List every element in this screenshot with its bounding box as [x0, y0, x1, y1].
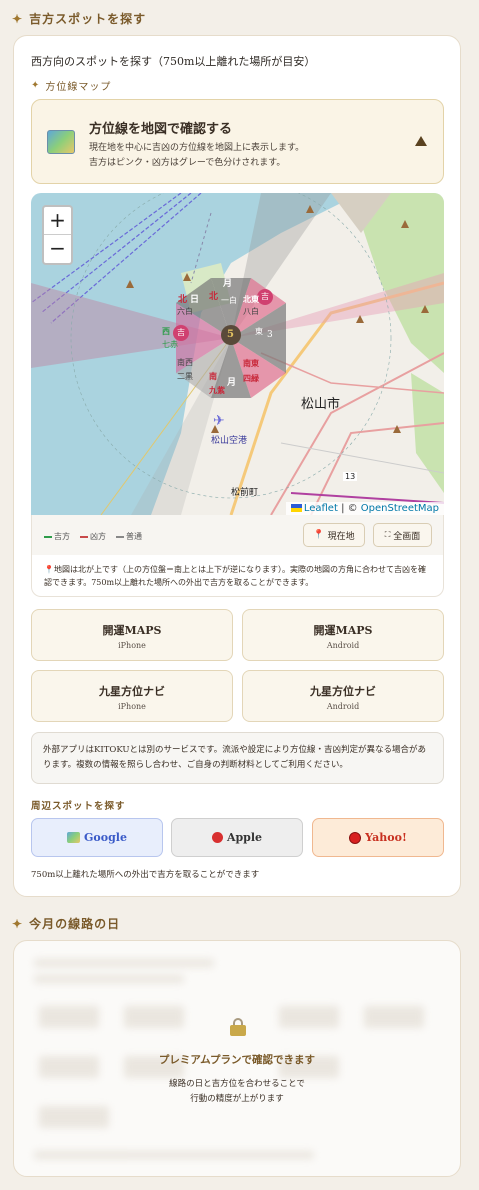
svg-text:✈: ✈	[213, 413, 225, 429]
section-title-track-days: ✦ 今月の線路の日	[12, 916, 121, 932]
zoom-control: + −	[42, 205, 73, 265]
premium-locked-card: プレミアムプランで確認できます 線路の日と吉方位を合わせることで 行動の精度が上…	[13, 940, 461, 1177]
pin-icon: 📍	[313, 530, 325, 540]
sector-label: 一白	[221, 296, 237, 305]
map-legend: 吉方 凶方 普通	[44, 531, 142, 542]
current-location-button[interactable]: 📍 現在地	[303, 523, 365, 547]
sector-label: 北	[209, 292, 219, 302]
collapse-arrow-icon[interactable]	[415, 136, 427, 146]
map-canvas: ✈	[31, 193, 444, 515]
town-label: 松前町	[231, 488, 259, 498]
fullscreen-icon: ⛶	[384, 530, 391, 539]
legend-normal: 普通	[116, 531, 142, 542]
map-attribution: Leaflet | © OpenStreetMap	[285, 502, 444, 515]
sector-label: 東	[255, 327, 263, 336]
apple-search-button[interactable]: Apple	[171, 818, 303, 857]
nearby-title: 周辺スポットを探す	[31, 801, 126, 812]
sector-label: 日	[190, 295, 200, 305]
yahoo-search-button[interactable]: Yahoo!	[312, 818, 444, 857]
banner-desc-2: 吉方はピンク・凶方はグレーで色分けされます。	[89, 158, 286, 168]
lock-icon	[230, 1018, 246, 1036]
sector-label: 二黒	[177, 372, 193, 381]
sector-label: 北	[178, 295, 188, 305]
route-label: 13	[343, 472, 358, 481]
sector-label: 3	[267, 330, 273, 340]
sector-label: 月	[227, 378, 237, 388]
sparkle-icon: ✦	[12, 11, 24, 26]
premium-title: プレミアムプランで確認できます	[158, 1054, 316, 1066]
map-icon	[67, 832, 81, 843]
external-app-disclaimer: 外部アプリはKITOKUとは別のサービスです。流派や設定により方位線・吉凶判定が…	[31, 732, 444, 784]
red-circle-icon	[349, 831, 362, 844]
city-label: 松山市	[301, 397, 341, 412]
lucky-spots-card: 西方向のスポットを探す（750m以上離れた場所が目安） ✦ 方位線マップ 方位線…	[13, 35, 461, 897]
legend-good: 吉方	[44, 531, 70, 542]
sector-label: 四緑	[243, 373, 259, 383]
center-number: 5	[227, 329, 234, 340]
sector-label: 北東	[243, 294, 259, 304]
airport-label: 松山空港	[211, 436, 248, 446]
map-toggle-banner[interactable]: 方位線を地図で確認する 現在地を中心に吉凶の方位線を地図上に表示します。 吉方は…	[31, 99, 444, 184]
sector-label: 西	[162, 326, 170, 336]
fullscreen-button[interactable]: ⛶ 全画面	[373, 523, 432, 547]
leaflet-link[interactable]: Leaflet	[304, 503, 338, 514]
app-link-kaiun-maps-android[interactable]: 開運MAPS Android	[242, 609, 444, 661]
sector-label: 南	[209, 371, 217, 381]
sector-label: 南東	[243, 358, 259, 368]
sector-label: 七赤	[162, 340, 178, 349]
intro-text: 西方向のスポットを探す（750m以上離れた場所が目安）	[31, 55, 316, 68]
premium-desc-2: 行動の精度が上がります	[190, 1094, 284, 1104]
pin-icon: 📍	[44, 565, 54, 574]
sector-label: 八白	[243, 307, 259, 316]
app-link-kyusei-navi-android[interactable]: 九星方位ナビ Android	[242, 670, 444, 722]
map-icon	[47, 130, 75, 154]
apple-icon	[211, 832, 223, 843]
sector-label: 九紫	[209, 385, 225, 395]
banner-title: 方位線を地図で確認する	[89, 122, 233, 137]
ukraine-flag-icon	[290, 504, 302, 512]
legend-bad: 凶方	[80, 531, 106, 542]
direction-map[interactable]: ✈ + − 月 北 一白 北 日 六白 吉 北東 八白 東 3 5 吉 西 七赤…	[31, 193, 444, 515]
sparkle-icon: ✦	[31, 80, 41, 91]
zoom-in-button[interactable]: +	[44, 207, 71, 235]
osm-link[interactable]: OpenStreetMap	[361, 503, 439, 514]
app-link-kyusei-navi-iphone[interactable]: 九星方位ナビ iPhone	[31, 670, 233, 722]
section-title-lucky-spots: ✦ 吉方スポットを探す	[12, 11, 147, 27]
map-toolbar: 吉方 凶方 普通 📍 現在地 ⛶ 全画面	[31, 515, 444, 555]
sector-label: 月	[223, 279, 233, 289]
sector-label: 六白	[177, 307, 193, 316]
sector-label: 南西	[177, 358, 193, 367]
app-link-kaiun-maps-iphone[interactable]: 開運MAPS iPhone	[31, 609, 233, 661]
map-section-title: ✦ 方位線マップ	[31, 80, 112, 93]
premium-desc-1: 線路の日と吉方位を合わせることで	[169, 1079, 305, 1089]
map-note: 📍地図は北が上です（上の方位盤＝南上とは上下が逆になります）。実際の地図の方角に…	[31, 555, 444, 597]
google-search-button[interactable]: Google	[31, 818, 163, 857]
lucky-badge: 吉	[257, 289, 273, 305]
banner-desc-1: 現在地を中心に吉凶の方位線を地図上に表示します。	[89, 143, 305, 153]
zoom-out-button[interactable]: −	[44, 235, 71, 263]
footer-note: 750m以上離れた場所への外出で吉方を取ることができます	[31, 870, 260, 880]
sparkle-icon: ✦	[12, 916, 24, 931]
